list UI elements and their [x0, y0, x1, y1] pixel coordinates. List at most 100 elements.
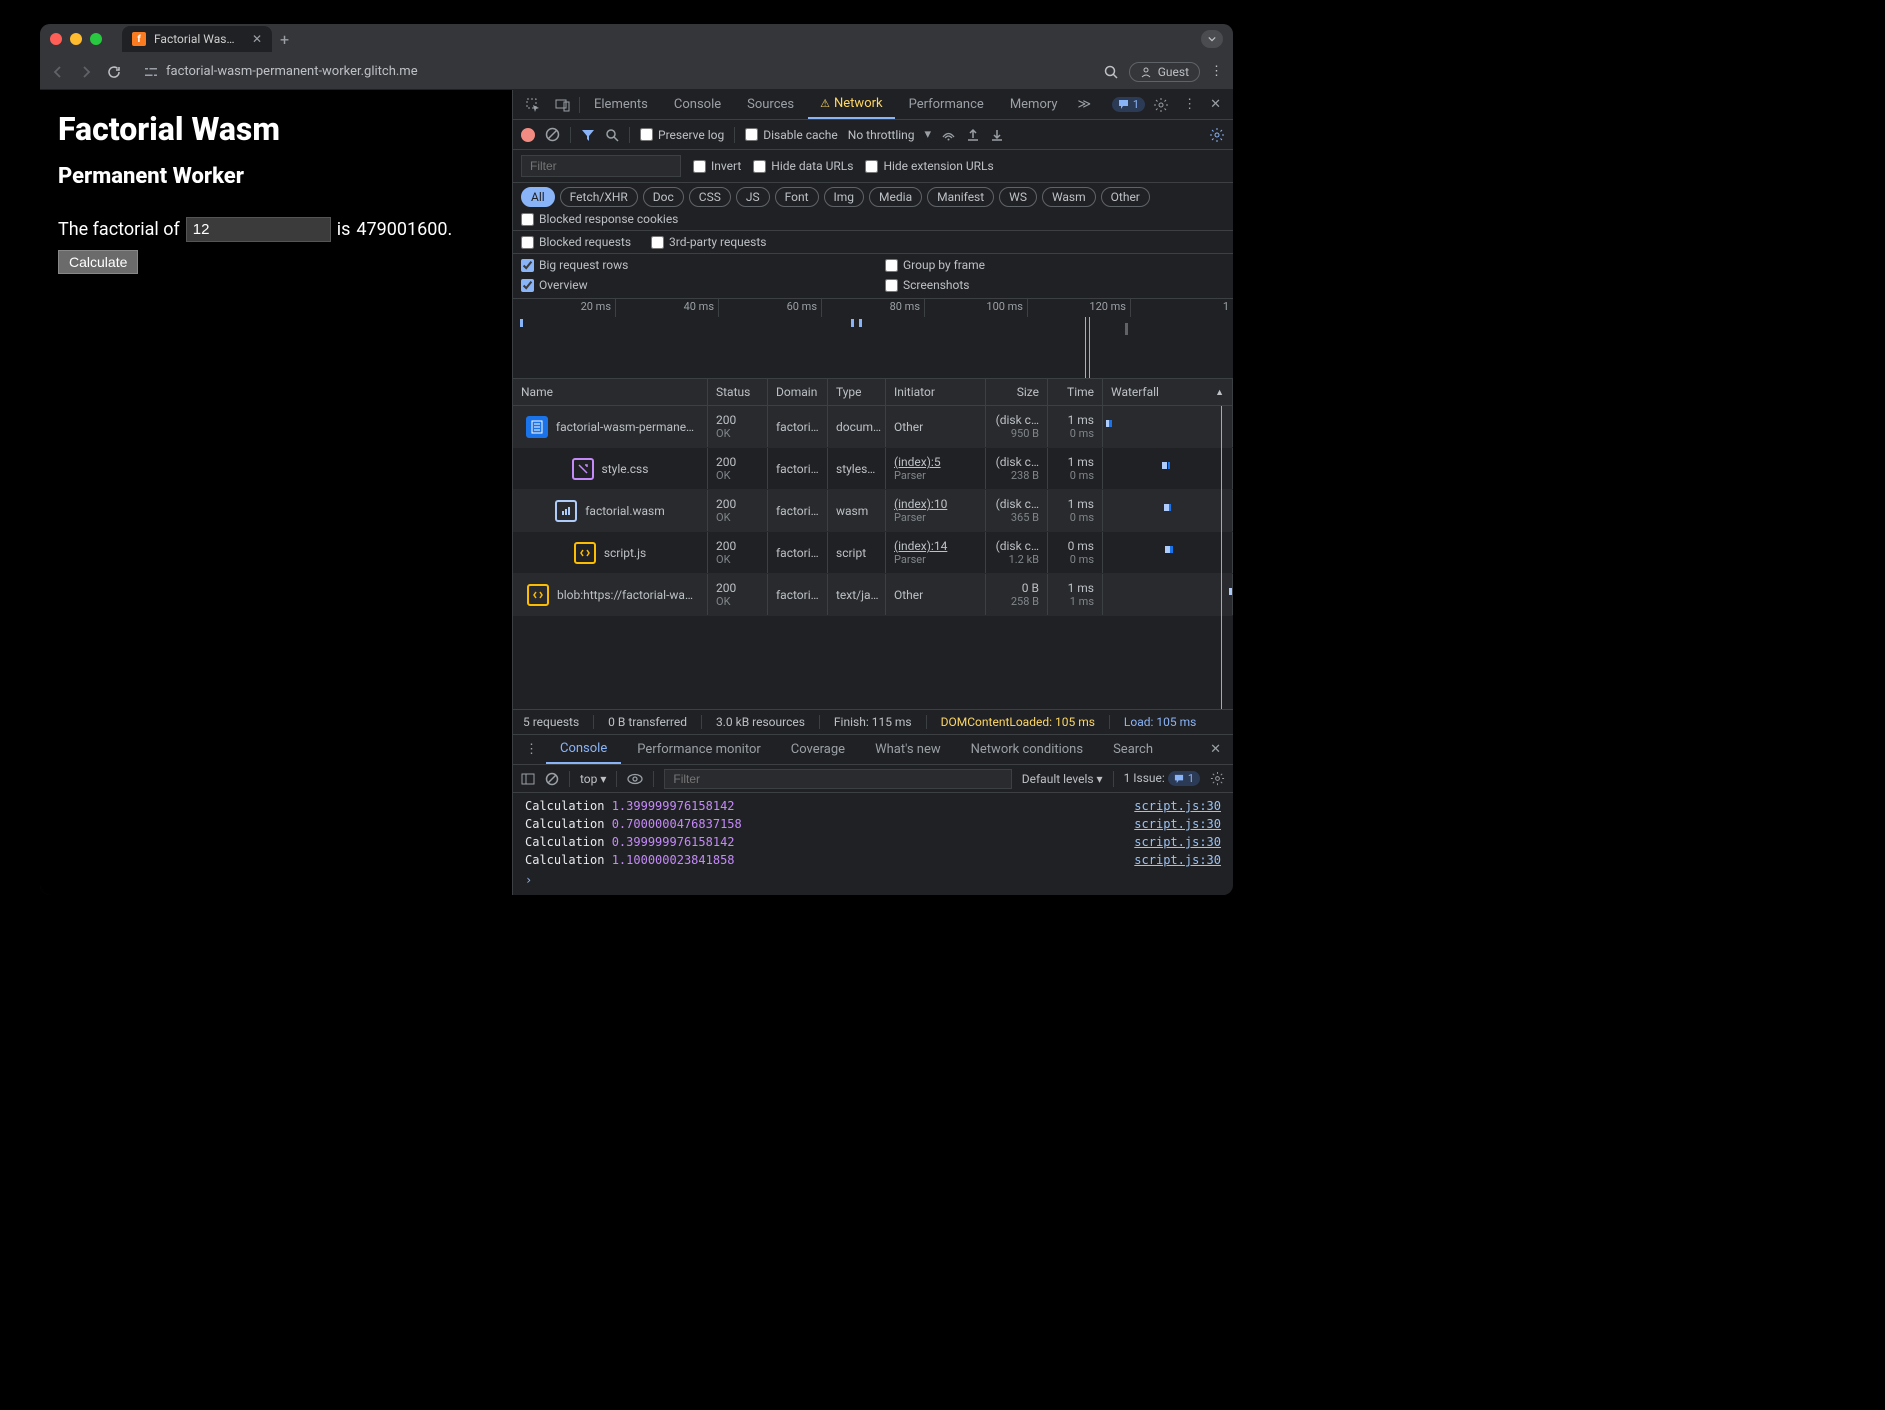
drawer-menu-icon[interactable]: ⋮	[519, 738, 544, 761]
col-name[interactable]: Name	[513, 379, 708, 405]
close-devtools-icon[interactable]: ✕	[1204, 93, 1227, 116]
network-conditions-icon[interactable]	[941, 127, 956, 142]
chip-fetch[interactable]: Fetch/XHR	[560, 187, 638, 207]
context-select[interactable]: top ▾	[580, 772, 606, 786]
chip-font[interactable]: Font	[775, 187, 819, 207]
console-filter-input[interactable]	[664, 769, 1011, 789]
col-time[interactable]: Time	[1048, 379, 1103, 405]
more-menu-icon[interactable]: ⋮	[1177, 93, 1202, 116]
chip-media[interactable]: Media	[869, 187, 922, 207]
console-prompt[interactable]: ›	[521, 869, 1225, 891]
chevron-down-icon[interactable]: ▾	[925, 127, 932, 142]
tab-overflow-button[interactable]	[1201, 30, 1223, 48]
log-source-link[interactable]: script.js:30	[1134, 799, 1221, 813]
third-party-checkbox[interactable]: 3rd-party requests	[651, 235, 766, 249]
network-settings-icon[interactable]	[1209, 127, 1225, 143]
import-har-icon[interactable]	[990, 128, 1004, 142]
tab-memory[interactable]: Memory	[998, 91, 1070, 118]
live-expression-icon[interactable]	[627, 773, 643, 785]
console-settings-icon[interactable]	[1210, 771, 1225, 786]
settings-icon[interactable]	[1147, 93, 1175, 117]
maximize-window-button[interactable]	[90, 33, 102, 45]
drawer-tab-whatsnew[interactable]: What's new	[861, 736, 955, 763]
close-tab-icon[interactable]: ✕	[252, 32, 262, 46]
tab-sources[interactable]: Sources	[735, 91, 806, 118]
minimize-window-button[interactable]	[70, 33, 82, 45]
chip-doc[interactable]: Doc	[643, 187, 684, 207]
chip-img[interactable]: Img	[824, 187, 865, 207]
table-row[interactable]: blob:https://factorial-wa… 200OK factori…	[513, 574, 1233, 616]
search-icon[interactable]	[605, 128, 619, 142]
issues-link[interactable]: 1 Issue: 1	[1124, 771, 1200, 786]
table-row[interactable]: script.js 200OK factori… script (index):…	[513, 532, 1233, 574]
chip-css[interactable]: CSS	[689, 187, 731, 207]
chip-wasm[interactable]: Wasm	[1042, 187, 1096, 207]
drawer-tab-coverage[interactable]: Coverage	[777, 736, 859, 763]
overview-checkbox[interactable]: Overview	[521, 278, 861, 292]
tab-elements[interactable]: Elements	[582, 91, 660, 118]
blocked-cookies-checkbox[interactable]: Blocked response cookies	[521, 212, 678, 226]
network-filter-input[interactable]	[521, 155, 681, 177]
filter-icon[interactable]	[581, 128, 595, 142]
hide-extension-urls-checkbox[interactable]: Hide extension URLs	[865, 159, 993, 173]
more-tabs-icon[interactable]: ≫	[1072, 93, 1098, 116]
chip-ws[interactable]: WS	[999, 187, 1037, 207]
col-type[interactable]: Type	[828, 379, 886, 405]
issues-button[interactable]: 1	[1112, 97, 1145, 112]
drawer-tab-netcond[interactable]: Network conditions	[957, 736, 1097, 763]
record-button[interactable]	[521, 128, 535, 142]
chip-all[interactable]: All	[521, 187, 555, 207]
log-source-link[interactable]: script.js:30	[1134, 817, 1221, 831]
device-toolbar-icon[interactable]	[549, 93, 577, 117]
table-row[interactable]: style.css 200OK factori… styles… (index)…	[513, 448, 1233, 490]
new-tab-button[interactable]: +	[280, 30, 289, 49]
tab-network[interactable]: Network	[808, 90, 894, 119]
chip-js[interactable]: JS	[736, 187, 770, 207]
invert-checkbox[interactable]: Invert	[693, 159, 741, 173]
inspect-element-icon[interactable]	[519, 93, 547, 117]
col-domain[interactable]: Domain	[768, 379, 828, 405]
preserve-log-checkbox[interactable]: Preserve log	[640, 128, 724, 142]
table-row[interactable]: factorial-wasm-permane… 200OK factori… d…	[513, 406, 1233, 448]
tab-console[interactable]: Console	[662, 91, 733, 118]
back-button[interactable]	[50, 64, 66, 80]
chip-manifest[interactable]: Manifest	[927, 187, 994, 207]
chip-other[interactable]: Other	[1101, 187, 1150, 207]
col-status[interactable]: Status	[708, 379, 768, 405]
timeline-overview[interactable]: 20 ms 40 ms 60 ms 80 ms 100 ms 120 ms 1	[513, 299, 1233, 379]
col-initiator[interactable]: Initiator	[886, 379, 986, 405]
close-window-button[interactable]	[50, 33, 62, 45]
log-levels-select[interactable]: Default levels ▾	[1022, 772, 1103, 786]
col-waterfall[interactable]: Waterfall▲	[1103, 379, 1233, 405]
group-by-frame-checkbox[interactable]: Group by frame	[885, 258, 1225, 272]
col-size[interactable]: Size	[986, 379, 1048, 405]
browser-tab[interactable]: f Factorial Wasm (permanent \ ✕	[122, 26, 272, 52]
big-rows-checkbox[interactable]: Big request rows	[521, 258, 861, 272]
reload-button[interactable]	[106, 64, 122, 80]
tab-performance[interactable]: Performance	[897, 91, 996, 118]
drawer-tab-search[interactable]: Search	[1099, 736, 1167, 763]
close-drawer-icon[interactable]: ✕	[1204, 738, 1227, 761]
zoom-icon[interactable]	[1103, 64, 1119, 80]
hide-data-urls-checkbox[interactable]: Hide data URLs	[753, 159, 853, 173]
clear-console-icon[interactable]	[545, 772, 559, 786]
clear-button[interactable]	[545, 127, 560, 142]
drawer-tab-console[interactable]: Console	[546, 735, 621, 764]
factorial-input[interactable]	[186, 217, 331, 242]
log-source-link[interactable]: script.js:30	[1134, 835, 1221, 849]
export-har-icon[interactable]	[966, 128, 980, 142]
throttling-select[interactable]: No throttling	[848, 128, 915, 142]
disable-cache-checkbox[interactable]: Disable cache	[745, 128, 838, 142]
forward-button[interactable]	[78, 64, 94, 80]
address-bar[interactable]: factorial-wasm-permanent-worker.glitch.m…	[134, 64, 1091, 79]
screenshots-checkbox[interactable]: Screenshots	[885, 278, 1225, 292]
calculate-button[interactable]: Calculate	[58, 250, 138, 274]
site-settings-icon[interactable]	[144, 65, 158, 79]
log-source-link[interactable]: script.js:30	[1134, 853, 1221, 867]
browser-menu-button[interactable]: ⋮	[1210, 64, 1223, 79]
blocked-requests-checkbox[interactable]: Blocked requests	[521, 235, 631, 249]
console-sidebar-icon[interactable]	[521, 772, 535, 786]
profile-button[interactable]: Guest	[1129, 62, 1200, 82]
drawer-tab-perfmon[interactable]: Performance monitor	[623, 736, 775, 763]
table-row[interactable]: factorial.wasm 200OK factori… wasm (inde…	[513, 490, 1233, 532]
